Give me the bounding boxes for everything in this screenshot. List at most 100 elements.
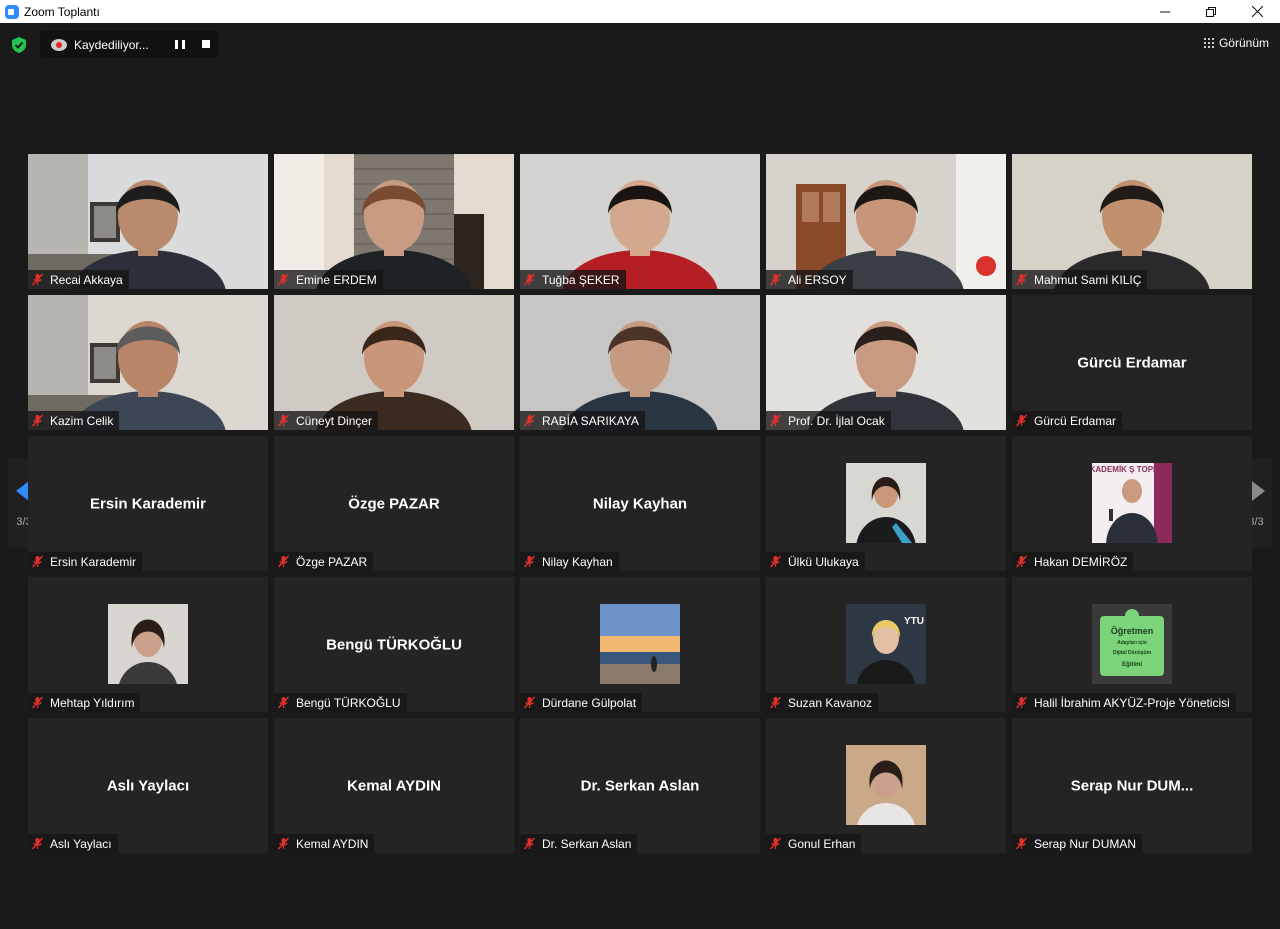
participant-tile[interactable]: Mehtap Yıldırım: [28, 577, 268, 712]
microphone-muted-icon: [1015, 555, 1028, 568]
participant-name-label: Cüneyt Dinçer: [274, 411, 379, 430]
participant-tile[interactable]: Özge PAZAR Özge PAZAR: [274, 436, 514, 571]
participant-name: Dürdane Gülpolat: [542, 695, 637, 710]
participant-name: Serap Nur DUMAN: [1034, 836, 1137, 851]
participant-name-label: Kazim Celik: [28, 411, 120, 430]
participant-tile[interactable]: Emine ERDEM: [274, 154, 514, 289]
participant-name: Mehtap Yıldırım: [50, 695, 135, 710]
microphone-muted-icon: [523, 414, 536, 427]
participant-tile[interactable]: Recai Akkaya: [28, 154, 268, 289]
participant-name-label: Ülkü Ulukaya: [766, 552, 865, 571]
participant-tile[interactable]: YTU Suzan Kavanoz: [766, 577, 1006, 712]
profile-picture: [846, 745, 926, 825]
close-button[interactable]: [1234, 0, 1280, 23]
restore-icon: [1206, 6, 1216, 17]
participant-tile[interactable]: Öğretmen Adayları için Dijital Dönüşüm Eğit…: [1012, 577, 1252, 712]
participant-name-label: Prof. Dr. İjlal Ocak: [766, 411, 891, 430]
recording-label: Kaydediliyor...: [74, 37, 149, 52]
participant-name: Halil İbrahim AKYÜZ-Proje Yöneticisi: [1034, 695, 1230, 710]
participant-name-label: Dr. Serkan Aslan: [520, 834, 638, 853]
participant-name-label: Mahmut Sami KILIÇ: [1012, 270, 1148, 289]
participant-tile[interactable]: Kemal AYDIN Kemal AYDIN: [274, 718, 514, 853]
participant-video: [1012, 154, 1252, 289]
microphone-muted-icon: [31, 273, 44, 286]
participant-tile[interactable]: Ali ERSOY: [766, 154, 1006, 289]
participant-name: RABİA SARIKAYA: [542, 413, 639, 428]
participant-tile[interactable]: Nilay Kayhan Nilay Kayhan: [520, 436, 760, 571]
participant-tile[interactable]: Ülkü Ulukaya: [766, 436, 1006, 571]
svg-text:Öğretmen: Öğretmen: [1111, 626, 1154, 636]
microphone-muted-icon: [277, 414, 290, 427]
participant-tile[interactable]: RABİA SARIKAYA: [520, 295, 760, 430]
participant-name-label: Suzan Kavanoz: [766, 693, 879, 712]
svg-text:YTU: YTU: [904, 616, 924, 627]
participant-name-label: Nilay Kayhan: [520, 552, 619, 571]
profile-picture: [108, 604, 188, 684]
participant-tile[interactable]: Gürcü Erdamar Gürcü Erdamar: [1012, 295, 1252, 430]
participant-name-label: Kemal AYDIN: [274, 834, 375, 853]
svg-text:Dijital Dönüşüm: Dijital Dönüşüm: [1113, 650, 1152, 656]
participant-name: Emine ERDEM: [296, 272, 377, 287]
stop-recording-button[interactable]: [202, 40, 210, 48]
participant-tile[interactable]: Cüneyt Dinçer: [274, 295, 514, 430]
participant-tile[interactable]: Mahmut Sami KILIÇ: [1012, 154, 1252, 289]
participant-name: Özge PAZAR: [296, 554, 368, 569]
participant-name-label: Dürdane Gülpolat: [520, 693, 643, 712]
microphone-muted-icon: [769, 696, 782, 709]
participant-video: [766, 295, 1006, 430]
gallery-view: Recai Akkaya Emine ERDEM Tuğba ŞEKER Ali ER…: [28, 154, 1252, 853]
participant-center-name: Dr. Serkan Aslan: [580, 777, 700, 794]
participant-tile[interactable]: AKADEMİK Ş TOPLİ Hakan DEMİRÖZ: [1012, 436, 1252, 571]
profile-picture: [846, 463, 926, 543]
participant-tile[interactable]: Serap Nur DUM... Serap Nur DUMAN: [1012, 718, 1252, 853]
participant-center-name: Ersin Karademir: [90, 495, 206, 512]
participant-name: Aslı Yaylacı: [50, 836, 112, 851]
microphone-muted-icon: [1015, 837, 1028, 850]
participant-video: [274, 295, 514, 430]
microphone-muted-icon: [31, 837, 44, 850]
participant-tile[interactable]: Prof. Dr. İjlal Ocak: [766, 295, 1006, 430]
participant-center-name: Kemal AYDIN: [347, 777, 441, 794]
participant-tile[interactable]: Kazim Celik: [28, 295, 268, 430]
participant-name-label: Gürcü Erdamar: [1012, 411, 1123, 430]
participant-center-name: Nilay Kayhan: [592, 495, 688, 512]
participant-name: Nilay Kayhan: [542, 554, 613, 569]
microphone-muted-icon: [277, 273, 290, 286]
window-controls: [1142, 0, 1280, 23]
view-button[interactable]: Görünüm: [1203, 32, 1269, 54]
restore-button[interactable]: [1188, 0, 1234, 23]
participant-tile[interactable]: Bengü TÜRKOĞLU Bengü TÜRKOĞLU: [274, 577, 514, 712]
participant-tile[interactable]: Ersin Karademir Ersin Karademir: [28, 436, 268, 571]
security-shield-icon[interactable]: [10, 36, 28, 54]
participant-tile[interactable]: Gonul Erhan: [766, 718, 1006, 853]
microphone-muted-icon: [277, 837, 290, 850]
participant-name-label: Halil İbrahim AKYÜZ-Proje Yöneticisi: [1012, 693, 1236, 712]
pause-recording-button[interactable]: [175, 40, 185, 50]
participant-name: Gürcü Erdamar: [1034, 413, 1117, 428]
window-titlebar: Zoom Toplantı: [0, 0, 1280, 23]
participant-tile[interactable]: Tuğba ŞEKER: [520, 154, 760, 289]
participant-name-label: Tuğba ŞEKER: [520, 270, 626, 289]
close-icon: [1251, 6, 1263, 17]
participant-tile[interactable]: Dr. Serkan Aslan Dr. Serkan Aslan: [520, 718, 760, 853]
participant-name-label: Ersin Karademir: [28, 552, 143, 571]
recording-indicator: Kaydediliyor...: [40, 31, 218, 58]
participant-video: [520, 295, 760, 430]
minimize-icon: [1160, 11, 1170, 12]
zoom-app-icon: [5, 4, 19, 19]
participant-name: Ülkü Ulukaya: [788, 554, 859, 569]
participant-name: Suzan Kavanoz: [788, 695, 873, 710]
participant-name: Kemal AYDIN: [296, 836, 369, 851]
participant-name-label: Emine ERDEM: [274, 270, 383, 289]
minimize-button[interactable]: [1142, 0, 1188, 23]
microphone-muted-icon: [31, 696, 44, 709]
svg-text:Adayları için: Adayları için: [1117, 640, 1147, 646]
participant-name-label: Aslı Yaylacı: [28, 834, 118, 853]
microphone-muted-icon: [1015, 696, 1028, 709]
participant-video: [766, 154, 1006, 289]
svg-text:Eğitimi: Eğitimi: [1122, 662, 1142, 668]
grid-view-icon: [1203, 38, 1214, 48]
participant-tile[interactable]: Aslı Yaylacı Aslı Yaylacı: [28, 718, 268, 853]
participant-name: Dr. Serkan Aslan: [542, 836, 632, 851]
participant-tile[interactable]: Dürdane Gülpolat: [520, 577, 760, 712]
